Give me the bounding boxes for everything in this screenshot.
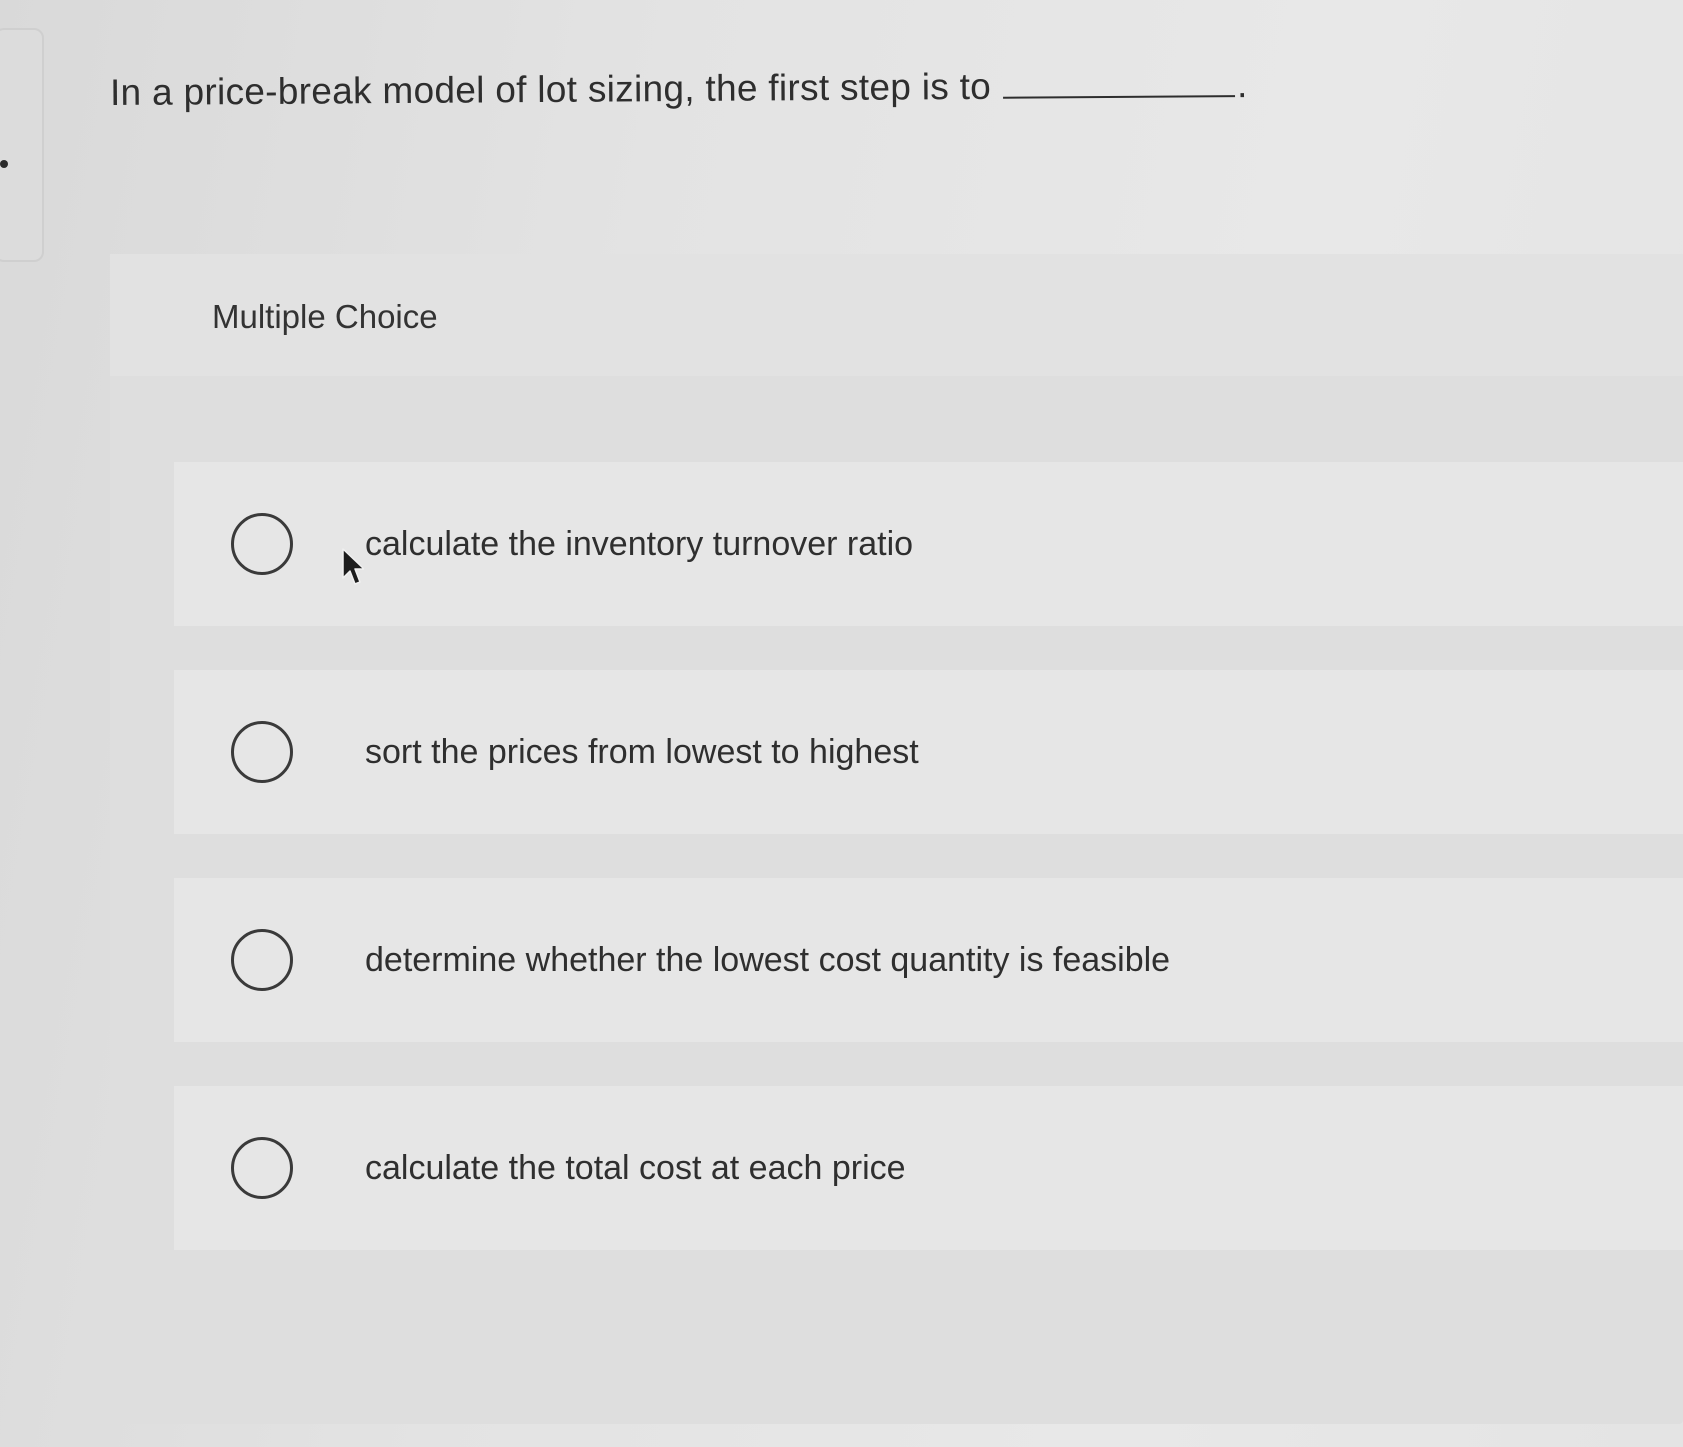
multiple-choice-header: Multiple Choice [110,254,1683,376]
radio-empty-icon[interactable] [231,721,293,783]
answer-blank [1002,67,1236,99]
radio-empty-icon[interactable] [231,929,293,991]
question-period: . [1236,64,1248,106]
answer-option-2[interactable]: sort the prices from lowest to highest [174,670,1683,834]
bullet-dot [0,160,8,168]
answer-option-3[interactable]: determine whether the lowest cost quanti… [174,878,1683,1042]
question-text: In a price-break model of lot sizing, th… [109,65,992,113]
multiple-choice-panel: Multiple Choice calculate the inventory … [110,254,1683,1424]
radio-empty-icon[interactable] [231,513,293,575]
mouse-pointer-icon [342,548,364,585]
answer-option-1[interactable]: calculate the inventory turnover ratio [174,462,1683,626]
left-panel-edge [0,28,44,262]
option-label: calculate the total cost at each price [365,1148,906,1187]
answer-option-4[interactable]: calculate the total cost at each price [174,1086,1683,1250]
option-label: sort the prices from lowest to highest [365,732,919,771]
option-label: determine whether the lowest cost quanti… [365,940,1171,979]
multiple-choice-label: Multiple Choice [212,298,438,335]
option-label: calculate the inventory turnover ratio [365,524,914,563]
radio-empty-icon[interactable] [231,1137,293,1199]
question-prompt: In a price-break model of lot sizing, th… [110,64,1248,114]
